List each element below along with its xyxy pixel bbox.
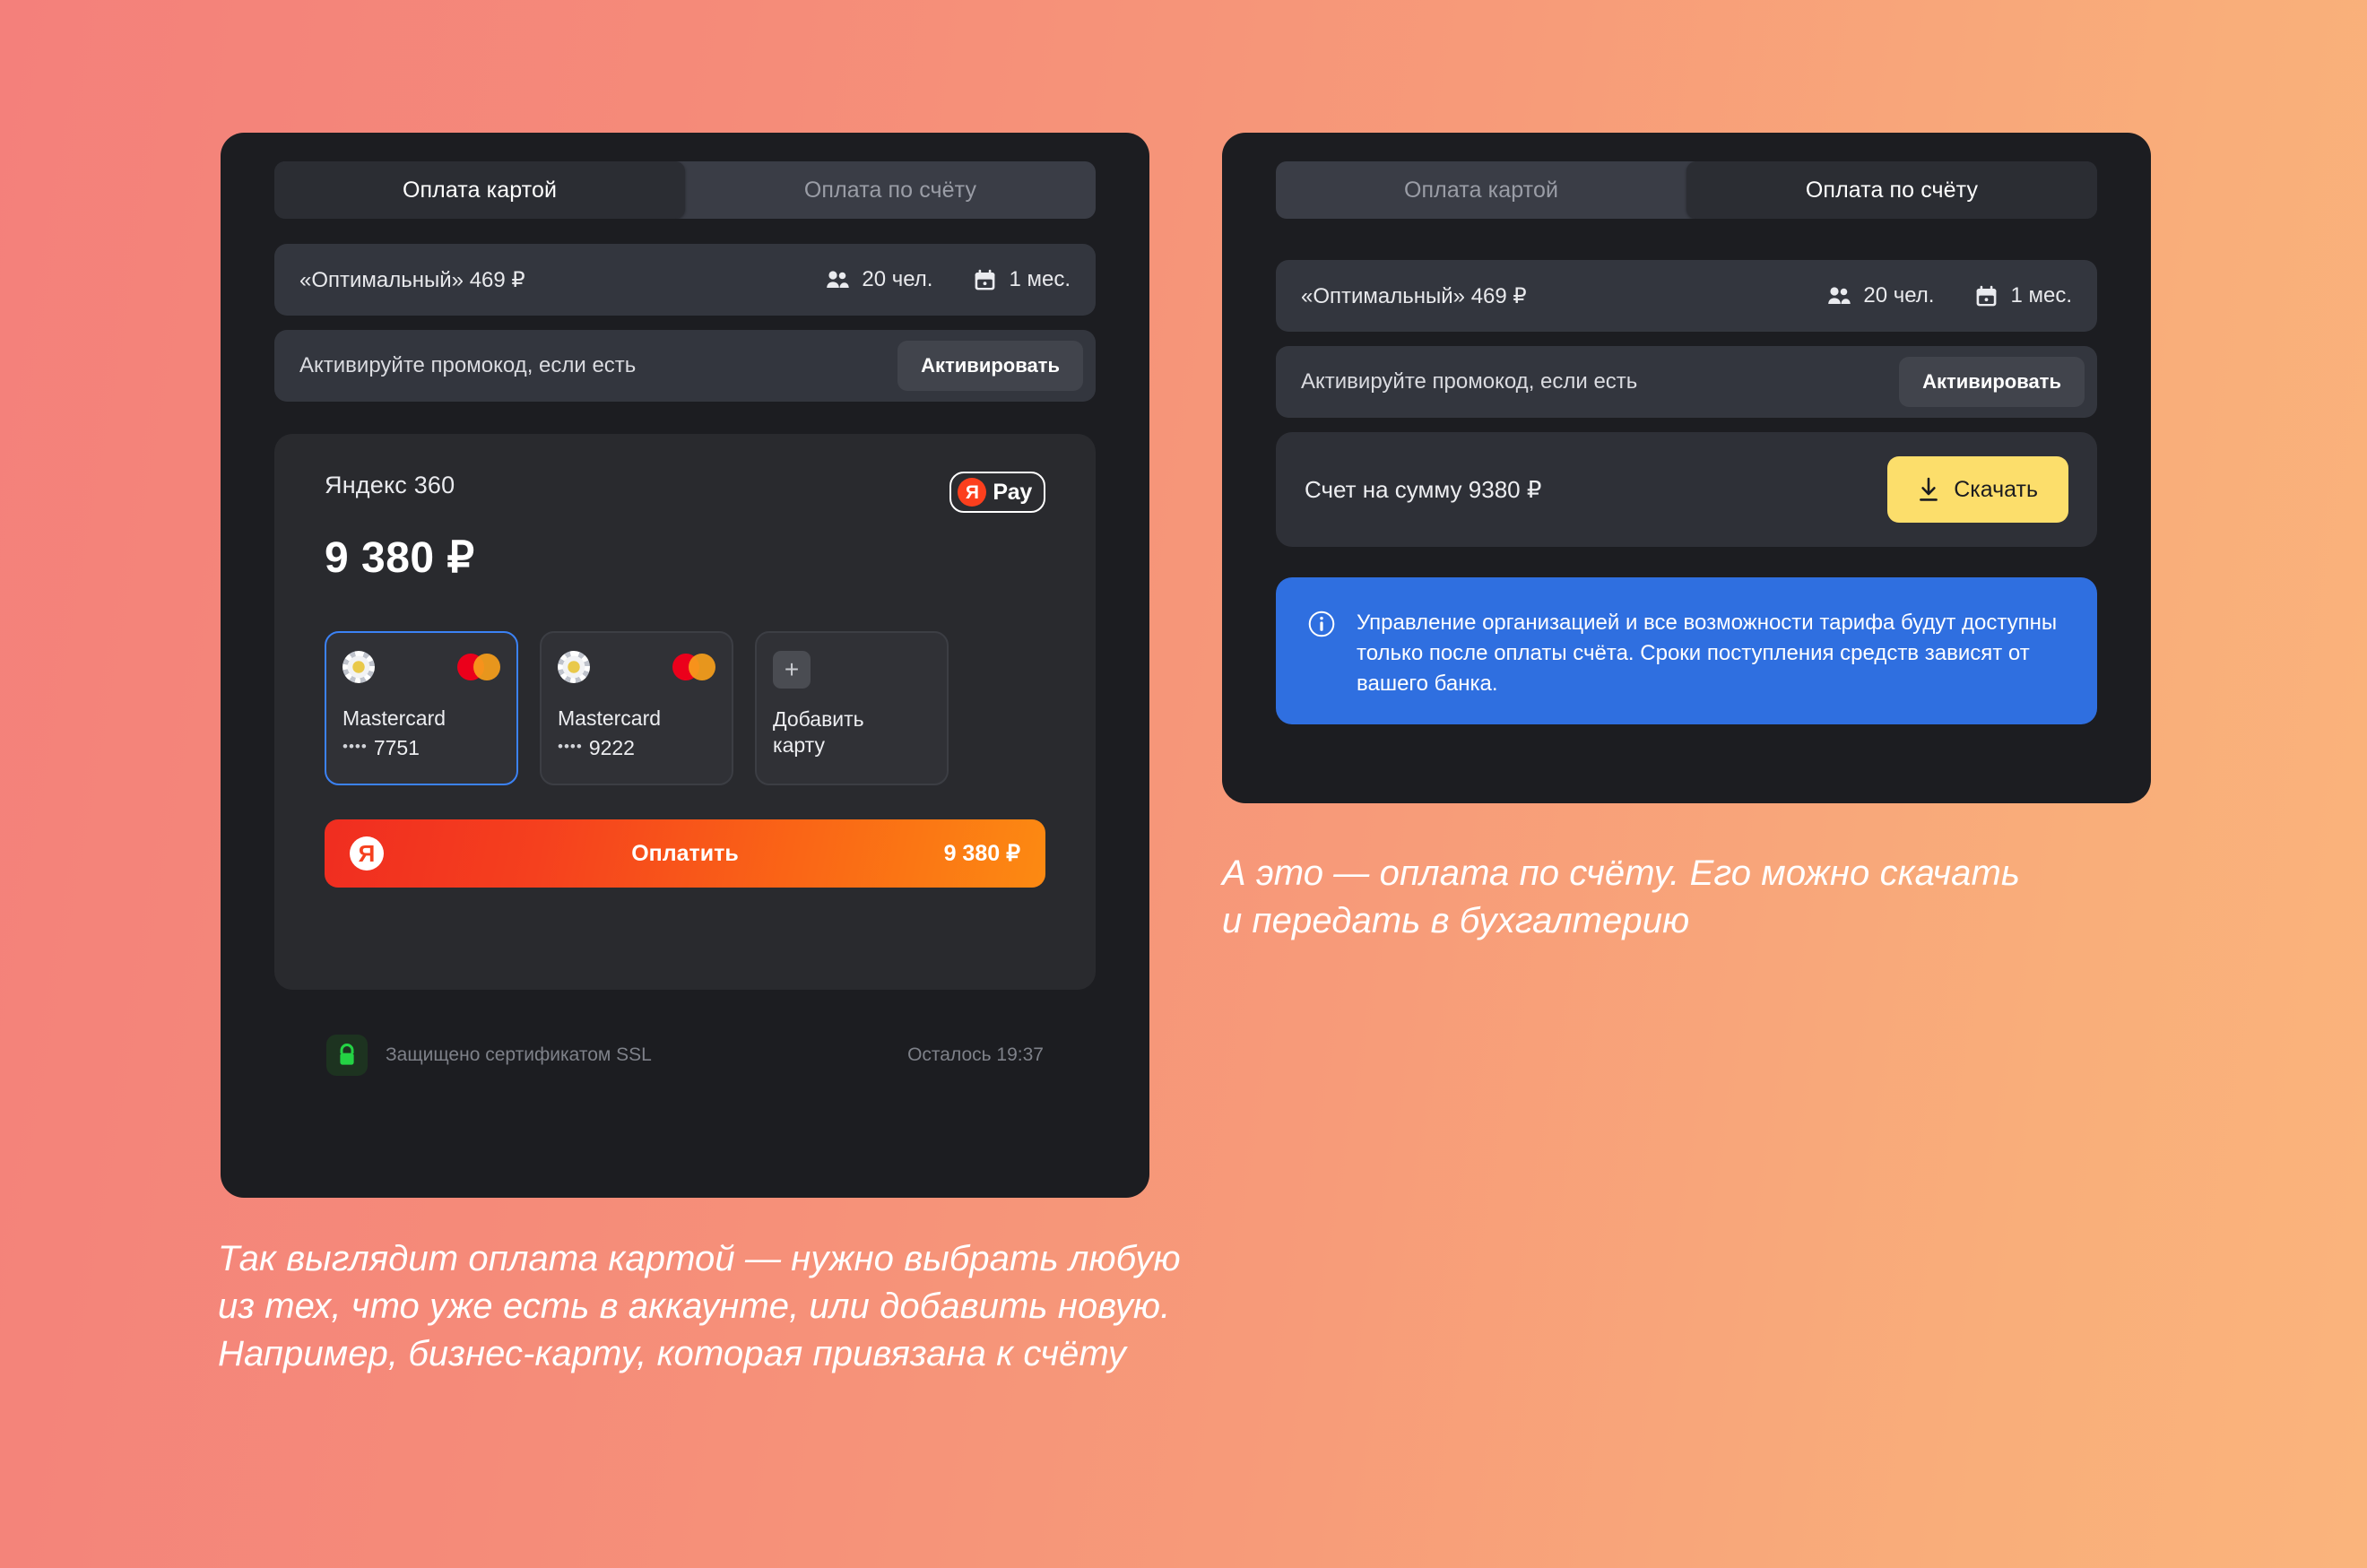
bank-emblem-icon	[558, 651, 590, 683]
yandex-logo-icon: Я	[350, 836, 384, 871]
activate-promo-button[interactable]: Активировать	[897, 341, 1083, 391]
card-tile-logos	[558, 651, 715, 683]
payment-card-header: Яндекс 360 Я Pay	[325, 472, 1045, 513]
card-last4: 7751	[373, 736, 420, 759]
caption-invoice-payment: А это — оплата по счёту. Его можно скача…	[1222, 853, 2021, 940]
plan-meta: 20 чел. 1 мес.	[826, 267, 1071, 292]
info-banner: Управление организацией и все возможност…	[1276, 577, 2097, 724]
ssl-label: Защищено сертификатом SSL	[386, 1044, 652, 1065]
tab-card-payment[interactable]: Оплата картой	[1276, 161, 1686, 219]
download-icon	[1920, 477, 1938, 501]
yandex-pay-badge: Я Pay	[949, 472, 1045, 513]
card-number: •••• 7751	[342, 736, 500, 760]
plan-summary-row: «Оптимальный» 469 ₽ 20 чел. 1 мес.	[1276, 260, 2097, 332]
plan-period: 1 мес.	[974, 267, 1071, 292]
download-invoice-button[interactable]: Скачать	[1887, 456, 2068, 523]
card-mask-dots: ••••	[342, 738, 368, 755]
merchant-name: Яндекс 360	[325, 472, 455, 498]
yandex-logo-icon: Я	[958, 478, 987, 507]
tab-invoice-payment[interactable]: Оплата по счёту	[1686, 161, 2097, 219]
card-last4: 9222	[588, 736, 635, 759]
lock-icon	[326, 1035, 368, 1076]
invoice-amount-label: Счет на сумму 9380 ₽	[1305, 475, 1542, 503]
tab-card-payment-label: Оплата картой	[402, 177, 558, 203]
saved-cards-list: Mastercard •••• 7751 Mastercard •••• 922…	[325, 631, 1045, 785]
payment-method-tabs: Оплата картой Оплата по счёту	[274, 161, 1096, 219]
plan-period-label: 1 мес.	[1009, 267, 1071, 291]
payment-card-widget: Яндекс 360 Я Pay 9 380 ₽ Mastercard ••••…	[274, 434, 1096, 990]
plan-people-label: 20 чел.	[862, 267, 933, 291]
plan-people: 20 чел.	[826, 267, 932, 292]
bank-emblem-icon	[342, 651, 375, 683]
plan-people-label: 20 чел.	[1863, 283, 1935, 308]
add-card-label: Добавить карту	[773, 707, 864, 758]
card-tile-logos	[342, 651, 500, 683]
card-tile-7751[interactable]: Mastercard •••• 7751	[325, 631, 518, 785]
caption-card-payment: Так выглядит оплата картой — нужно выбра…	[218, 1239, 1181, 1373]
add-card-tile[interactable]: + Добавить карту	[755, 631, 949, 785]
info-icon	[1308, 611, 1335, 642]
tab-invoice-payment-label: Оплата по счёту	[803, 177, 977, 203]
people-icon	[827, 271, 850, 288]
plan-summary-row: «Оптимальный» 469 ₽ 20 чел. 1 мес.	[274, 244, 1096, 316]
download-invoice-label: Скачать	[1954, 476, 2038, 502]
plan-name: «Оптимальный» 469 ₽	[1301, 283, 1527, 308]
yandex-pay-text: Pay	[993, 479, 1032, 505]
tab-invoice-payment[interactable]: Оплата по счёту	[685, 161, 1096, 219]
invoice-payment-panel: Оплата картой Оплата по счёту «Оптимальн…	[1222, 133, 2151, 803]
pay-button-amount: 9 380 ₽	[943, 841, 1020, 866]
lock-glyph-icon	[340, 1044, 354, 1065]
promo-code-placeholder: Активируйте промокод, если есть	[299, 353, 637, 377]
promo-code-placeholder: Активируйте промокод, если есть	[1301, 369, 1638, 394]
activate-promo-button[interactable]: Активировать	[1899, 357, 2085, 407]
info-banner-text: Управление организацией и все возможност…	[1357, 611, 2058, 697]
pay-button[interactable]: Я Оплатить 9 380 ₽	[325, 819, 1045, 888]
mastercard-icon	[672, 654, 715, 680]
calendar-icon	[1977, 285, 1997, 306]
tab-card-payment[interactable]: Оплата картой	[274, 161, 685, 219]
promo-code-row[interactable]: Активируйте промокод, если есть Активиро…	[274, 330, 1096, 402]
promo-code-row[interactable]: Активируйте промокод, если есть Активиро…	[1276, 346, 2097, 418]
plan-meta: 20 чел. 1 мес.	[1827, 283, 2072, 308]
card-number: •••• 9222	[558, 736, 715, 760]
card-tile-9222[interactable]: Mastercard •••• 9222	[540, 631, 733, 785]
payment-amount: 9 380 ₽	[325, 534, 475, 582]
people-icon	[1828, 287, 1851, 304]
calendar-icon	[975, 269, 995, 290]
plan-period: 1 мес.	[1975, 283, 2072, 308]
payment-method-tabs: Оплата картой Оплата по счёту	[1276, 161, 2097, 219]
invoice-summary-row: Счет на сумму 9380 ₽ Скачать	[1276, 432, 2097, 547]
mastercard-icon	[457, 654, 500, 680]
card-mask-dots: ••••	[558, 738, 583, 755]
plan-period-label: 1 мес.	[2010, 283, 2072, 308]
card-brand: Mastercard	[342, 706, 447, 730]
session-timer: Осталось 19:37	[907, 1044, 1044, 1065]
plan-name: «Оптимальный» 469 ₽	[299, 267, 525, 292]
card-payment-footer: Защищено сертификатом SSL Осталось 19:37	[326, 1035, 1044, 1076]
plan-people: 20 чел.	[1827, 283, 1934, 308]
pay-button-label: Оплатить	[631, 840, 739, 866]
plus-icon: +	[773, 651, 811, 689]
tab-card-payment-label: Оплата картой	[1403, 177, 1559, 203]
tab-invoice-payment-label: Оплата по счёту	[1805, 177, 1979, 203]
card-payment-panel: Оплата картой Оплата по счёту «Оптимальн…	[221, 133, 1149, 1198]
card-brand: Mastercard	[558, 706, 662, 730]
